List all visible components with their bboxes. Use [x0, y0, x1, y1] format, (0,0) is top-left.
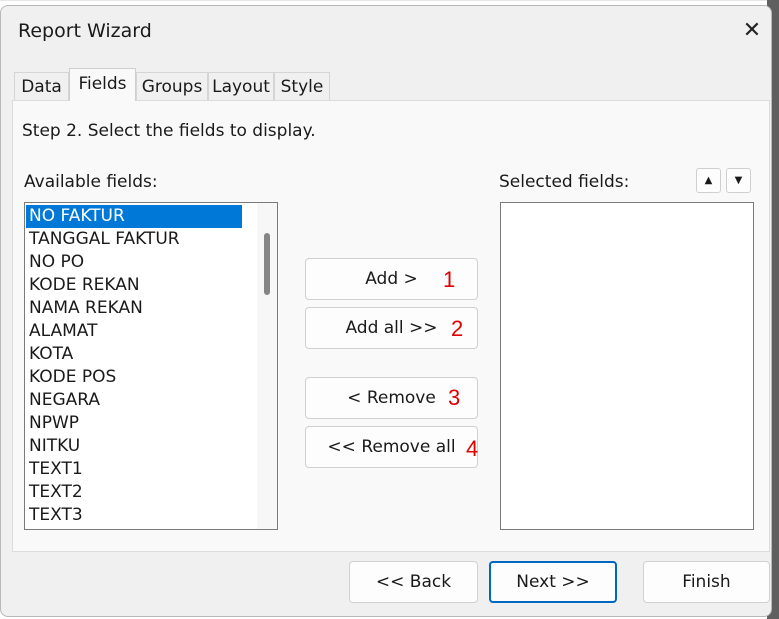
- annotation-4: 4: [466, 436, 479, 461]
- list-item-nama-rekan[interactable]: NAMA REKAN: [26, 297, 242, 320]
- list-item-alamat[interactable]: ALAMAT: [26, 320, 242, 343]
- tab-style[interactable]: Style: [274, 72, 330, 100]
- list-item-kota[interactable]: KOTA: [26, 343, 242, 366]
- list-item-no-po[interactable]: NO PO: [26, 251, 242, 274]
- annotation-1: 1: [443, 267, 456, 292]
- next-button[interactable]: Next >>: [489, 561, 617, 603]
- list-item-kode-rekan[interactable]: KODE REKAN: [26, 274, 242, 297]
- step-instruction: Step 2. Select the fields to display.: [22, 121, 316, 141]
- tab-data[interactable]: Data: [14, 72, 69, 100]
- tab-fields[interactable]: Fields: [69, 68, 136, 101]
- move-up-button[interactable]: ▲: [696, 168, 721, 193]
- back-button[interactable]: << Back: [349, 561, 478, 603]
- arrow-up-icon: ▲: [704, 175, 713, 186]
- available-fields-label: Available fields:: [24, 172, 158, 192]
- selected-fields-label: Selected fields:: [499, 172, 630, 192]
- list-item-text3[interactable]: TEXT3: [26, 504, 242, 527]
- annotation-3: 3: [448, 385, 461, 410]
- list-item-text1[interactable]: TEXT1: [26, 458, 242, 481]
- selected-fields-list[interactable]: [500, 202, 754, 530]
- finish-button[interactable]: Finish: [643, 561, 770, 603]
- report-wizard-dialog: Report Wizard ✕ Data Fields Groups Layou…: [0, 5, 772, 617]
- list-item-nitku[interactable]: NITKU: [26, 435, 242, 458]
- list-item-text2[interactable]: TEXT2: [26, 481, 242, 504]
- close-icon[interactable]: ✕: [737, 16, 767, 46]
- available-fields-list[interactable]: NO FAKTUR TANGGAL FAKTUR NO PO KODE REKA…: [24, 202, 278, 530]
- remove-all-button[interactable]: << Remove all: [305, 426, 478, 468]
- fields-tab-panel: Step 2. Select the fields to display. Av…: [12, 100, 770, 552]
- scrollbar-thumb[interactable]: [264, 233, 270, 295]
- dialog-title: Report Wizard: [18, 20, 152, 42]
- tab-layout[interactable]: Layout: [208, 72, 274, 100]
- arrow-down-icon: ▼: [734, 175, 743, 186]
- annotation-2: 2: [451, 316, 464, 341]
- list-item-tanggal-faktur[interactable]: TANGGAL FAKTUR: [26, 228, 242, 251]
- list-item-negara[interactable]: NEGARA: [26, 389, 242, 412]
- list-item-kode-pos[interactable]: KODE POS: [26, 366, 242, 389]
- list-item-npwp[interactable]: NPWP: [26, 412, 242, 435]
- list-item-no-faktur[interactable]: NO FAKTUR: [26, 205, 242, 228]
- list-scrollbar[interactable]: [257, 203, 277, 529]
- tab-groups[interactable]: Groups: [136, 72, 208, 100]
- move-down-button[interactable]: ▼: [726, 168, 751, 193]
